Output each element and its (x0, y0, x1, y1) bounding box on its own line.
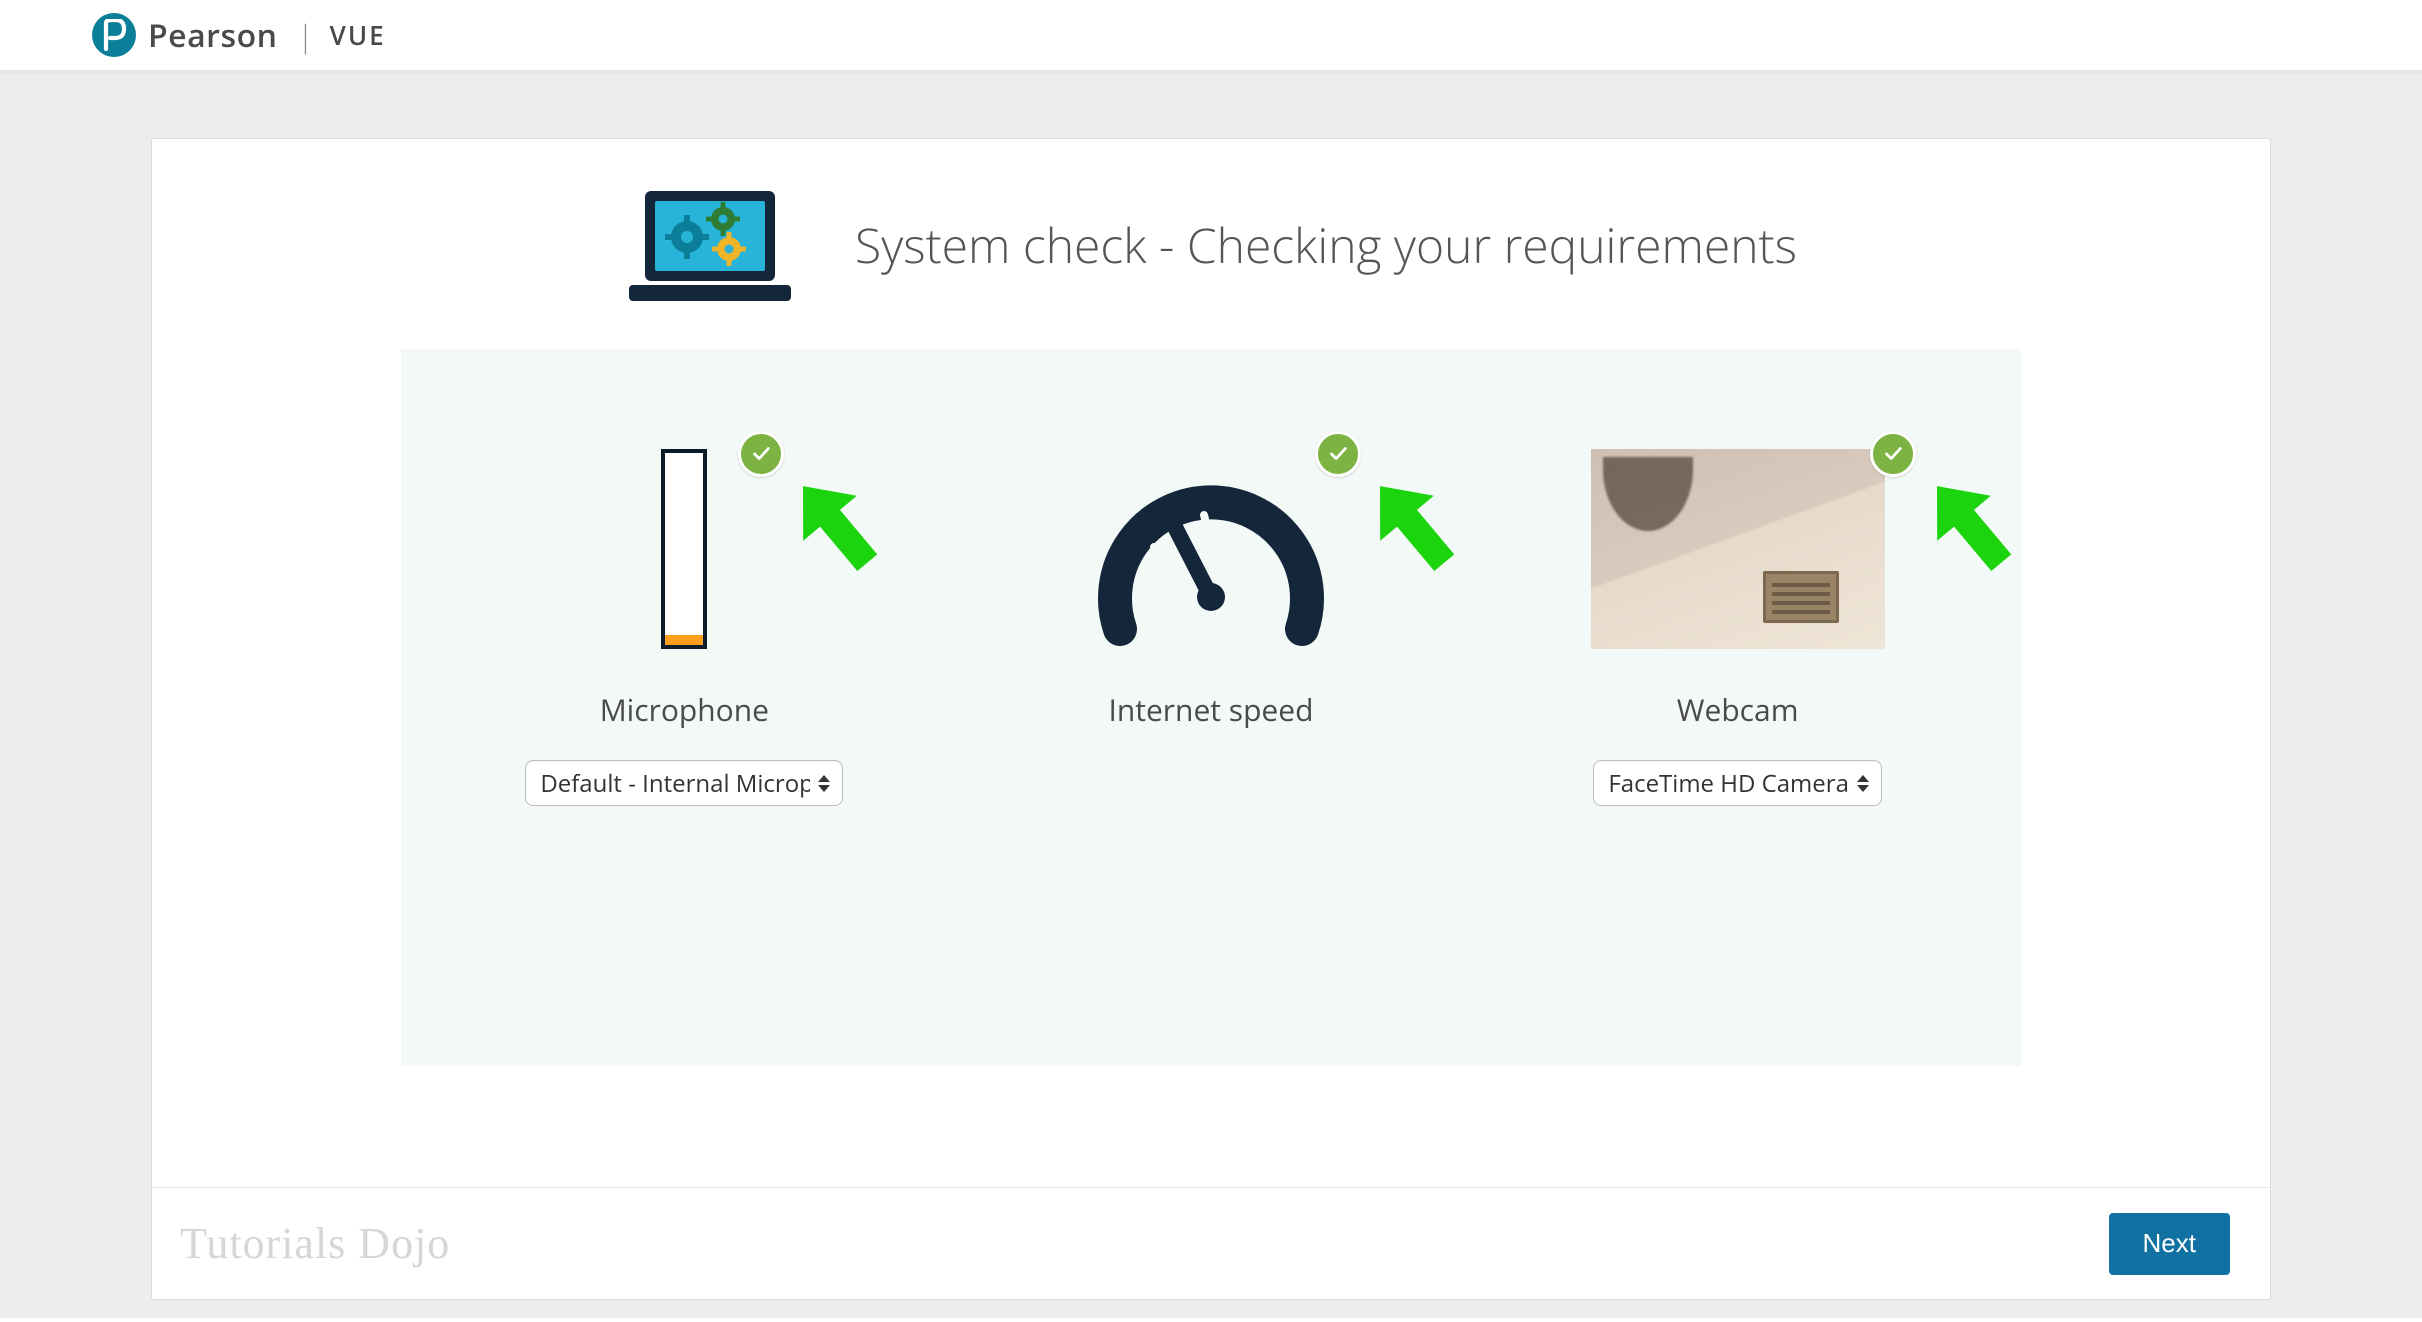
webcam-label: Webcam (1488, 689, 1988, 730)
internet-gauge-icon (961, 449, 1461, 649)
gauge-icon (1096, 449, 1326, 649)
next-button[interactable]: Next (2109, 1213, 2230, 1275)
microphone-level-fill (665, 635, 703, 645)
webcam-device-selected: FaceTime HD Camera (1608, 767, 1849, 800)
webcam-device-select[interactable]: FaceTime HD Camera (1593, 760, 1882, 806)
select-caret-icon (1857, 775, 1869, 792)
brand-logo: Pearson | VUE (92, 13, 386, 57)
microphone-device-selected: Default - Internal Microp (540, 767, 810, 800)
page-background: System check - Checking your requirement… (0, 74, 2422, 1318)
annotation-arrow-icon (774, 469, 904, 589)
laptop-gears-icon (625, 185, 795, 305)
webcam-preview (1591, 449, 1885, 649)
main-card: System check - Checking your requirement… (151, 138, 2271, 1300)
microphone-label: Microphone (434, 689, 934, 730)
pearson-p-icon (92, 13, 136, 57)
check-internet: Internet speed (961, 449, 1461, 806)
card-body: System check - Checking your requirement… (152, 139, 2270, 1187)
microphone-device-select[interactable]: Default - Internal Microp (525, 760, 843, 806)
brand-separator: | (297, 15, 313, 56)
annotation-arrow-icon (1351, 469, 1481, 589)
page-title: System check - Checking your requirement… (855, 213, 1797, 278)
webcam-preview-wrap (1488, 449, 1988, 649)
checks-panel: Microphone Default - Internal Microp (401, 349, 2021, 1066)
microphone-level-bar (661, 449, 707, 649)
annotation-arrow-icon (1908, 469, 2038, 589)
microphone-level-icon (434, 449, 934, 649)
internet-label: Internet speed (961, 689, 1461, 730)
watermark-text: Tutorials Dojo (180, 1218, 450, 1269)
check-webcam: Webcam FaceTime HD Camera (1488, 449, 1988, 806)
app-header: Pearson | VUE (0, 0, 2422, 74)
brand-name: Pearson (148, 14, 277, 57)
title-row: System check - Checking your requirement… (152, 185, 2270, 305)
select-caret-icon (818, 775, 830, 792)
brand-suffix: VUE (330, 17, 386, 53)
card-footer: Tutorials Dojo Next (152, 1187, 2270, 1299)
check-microphone: Microphone Default - Internal Microp (434, 449, 934, 806)
